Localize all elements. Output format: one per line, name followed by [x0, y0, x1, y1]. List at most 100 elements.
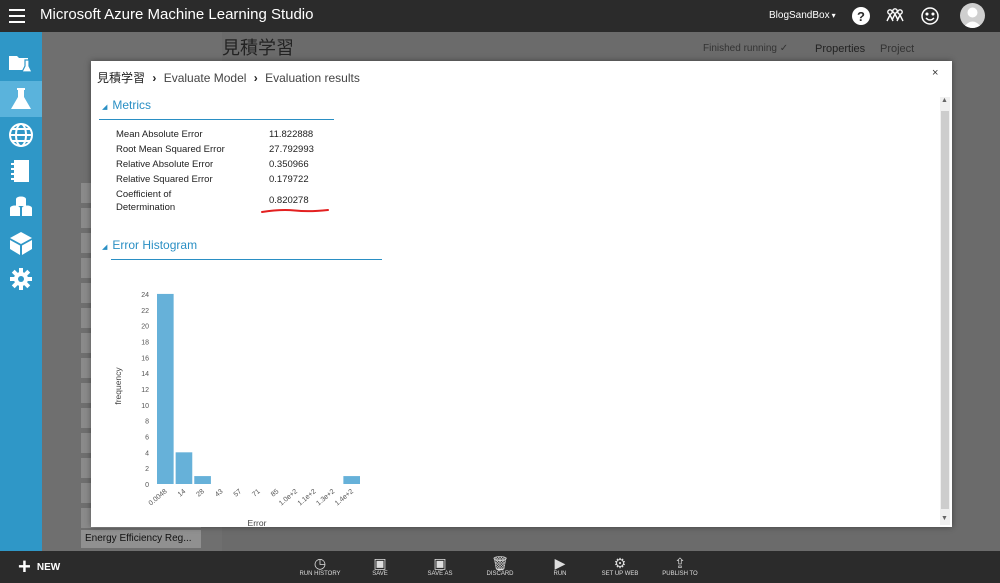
set-up-web-button[interactable]: ⚙ SET UP WEB [590, 555, 650, 577]
breadcrumb-current: Evaluation results [265, 71, 360, 85]
hamburger-menu-icon[interactable] [9, 9, 25, 23]
close-icon[interactable]: × [932, 67, 938, 79]
y-axis-label: frequency [113, 367, 123, 405]
discard-button[interactable]: 🗑 DISCARD [470, 555, 530, 577]
nav-projects-icon[interactable] [0, 44, 42, 80]
bottom-command-bar: + NEW ◷ RUN HISTORY ▣ SAVE ▣ SAVE AS 🗑 DISCAR… [0, 551, 1000, 583]
scroll-thumb[interactable] [941, 111, 949, 509]
metric-label: Mean Absolute Error [116, 129, 203, 140]
y-tick-label: 10 [141, 403, 149, 410]
x-tick-label: 28 [195, 488, 206, 498]
save-as-button[interactable]: ▣ SAVE AS [410, 555, 470, 577]
breadcrumb: 見積学習 › Evaluate Model › Evaluation resul… [97, 69, 360, 86]
evaluation-results-dialog: 見積学習 › Evaluate Model › Evaluation resul… [91, 61, 952, 528]
y-tick-label: 12 [141, 387, 149, 394]
collapse-triangle-icon: ◢ [102, 244, 108, 251]
x-tick-label: 43 [214, 488, 225, 498]
web-service-icon: ⚙ [613, 555, 627, 571]
left-nav [0, 32, 42, 551]
x-tick-label: 1.1e+2 [297, 488, 318, 507]
trash-icon: 🗑 [491, 555, 509, 571]
x-tick-label: 1.3e+2 [315, 488, 336, 507]
nav-settings-gear-icon[interactable] [0, 261, 42, 297]
experiment-title: 見積学習 [222, 38, 294, 58]
y-tick-label: 14 [141, 371, 149, 378]
help-icon[interactable]: ? [851, 6, 871, 26]
y-tick-label: 18 [141, 339, 149, 346]
community-icon[interactable] [885, 6, 905, 26]
plus-icon: + [18, 554, 31, 579]
palette-item-energy-efficiency: Energy Efficiency Reg... [81, 530, 201, 548]
histogram-bar [343, 476, 360, 484]
breadcrumb-module[interactable]: Evaluate Model [164, 71, 247, 85]
x-tick-label: 1.4e+2 [334, 488, 355, 507]
top-bar: Microsoft Azure Machine Learning Studio … [0, 0, 1000, 32]
nav-datasets-icon[interactable] [0, 189, 42, 225]
play-icon: ▶ [554, 555, 566, 571]
histogram-svg: 0246810121416182022240.0048 14 28 43 57 71 851… [113, 292, 360, 528]
metrics-title: Metrics [112, 98, 152, 112]
histogram-bar [157, 293, 174, 484]
workspace-name: BlogSandBox [769, 10, 830, 21]
new-button[interactable]: + NEW [18, 554, 61, 579]
feedback-smile-icon[interactable] [920, 6, 940, 26]
y-tick-label: 4 [145, 450, 149, 457]
nav-experiments-icon[interactable] [0, 81, 42, 117]
metric-label: Relative Squared Error [116, 174, 213, 185]
user-avatar-icon[interactable] [960, 3, 985, 28]
run-status: Finished running ✓ [703, 43, 789, 54]
x-tick-label: 57 [233, 488, 244, 498]
publish-icon: ⇪ [674, 555, 686, 571]
y-tick-label: 6 [145, 434, 149, 441]
scroll-up-icon[interactable]: ▲ [941, 97, 948, 104]
set-up-web-label: SET UP WEB [601, 571, 639, 577]
metric-label: Relative Absolute Error [116, 159, 214, 170]
metric-value: 0.179722 [269, 174, 309, 185]
error-histogram-chart: 0 2 4 6 8 10 12 14 16 18 20 22 24 0.0048 14 28 43 57 71 85 1… [111, 271, 381, 531]
x-tick-label: 85 [270, 488, 281, 498]
tab-properties: Properties [815, 43, 866, 55]
error-histogram-section-toggle[interactable]: ◢ Error Histogram [102, 238, 197, 252]
metric-value: 11.822888 [269, 129, 314, 140]
metric-value: 0.820278 [269, 195, 309, 206]
save-button[interactable]: ▣ SAVE [350, 555, 410, 577]
scroll-down-icon[interactable]: ▼ [941, 515, 948, 522]
save-as-label: SAVE AS [427, 571, 453, 577]
section-divider [111, 259, 382, 260]
svg-text:?: ? [857, 9, 865, 24]
histogram-bar [194, 476, 211, 484]
y-tick-label: 16 [141, 355, 149, 362]
app-title: Microsoft Azure Machine Learning Studio [40, 6, 314, 23]
nav-notebooks-icon[interactable] [0, 153, 42, 189]
chevron-right-icon: › [152, 71, 157, 85]
workspace-selector[interactable]: BlogSandBox ▾ [769, 10, 836, 21]
histogram-title: Error Histogram [112, 238, 198, 252]
nav-web-services-icon[interactable] [0, 117, 42, 153]
metric-value: 27.792993 [269, 144, 314, 155]
publish-to-button[interactable]: ⇪ PUBLISH TO [650, 555, 710, 577]
metrics-section-toggle[interactable]: ◢ Metrics [102, 98, 151, 112]
run-label: RUN [553, 571, 567, 577]
publish-to-label: PUBLISH TO [662, 571, 698, 577]
y-tick-label: 20 [141, 324, 149, 331]
x-tick-label: 14 [177, 488, 188, 498]
x-axis-label: Error [248, 518, 267, 528]
x-tick-label: 1.0e+2 [278, 488, 299, 507]
run-button[interactable]: ▶ RUN [530, 555, 590, 577]
new-label: NEW [36, 561, 61, 573]
y-tick-label: 0 [145, 482, 149, 489]
y-tick-label: 8 [145, 419, 149, 426]
y-tick-label: 24 [141, 292, 149, 299]
nav-trained-models-icon[interactable] [0, 225, 42, 261]
breadcrumb-experiment[interactable]: 見積学習 [97, 71, 145, 85]
save-icon: ▣ [373, 555, 387, 571]
y-tick-label: 2 [145, 466, 149, 473]
red-highlight-underline [261, 209, 329, 213]
section-divider [99, 119, 334, 120]
vertical-scrollbar[interactable]: ▲ ▼ [940, 97, 950, 525]
tab-project: Project [880, 43, 915, 55]
save-as-icon: ▣ [433, 555, 447, 571]
save-label: SAVE [372, 571, 388, 577]
run-history-button[interactable]: ◷ RUN HISTORY [290, 555, 350, 577]
metric-label: Root Mean Squared Error [116, 144, 225, 155]
